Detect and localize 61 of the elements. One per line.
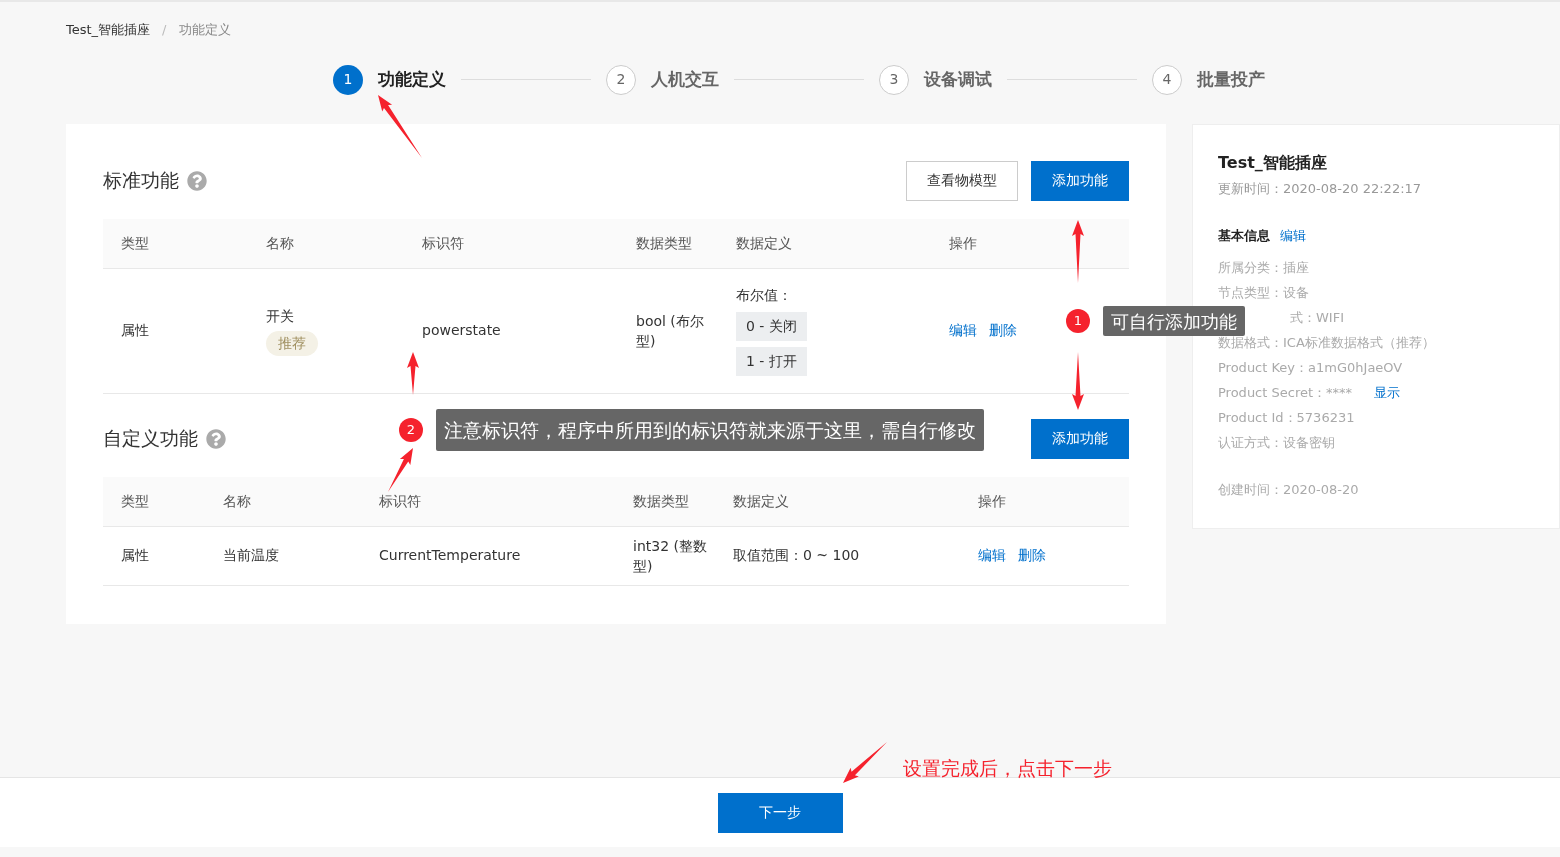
column-header: 操作 bbox=[949, 235, 977, 251]
updated-time: 更新时间：2020-08-20 22:22:17 bbox=[1218, 179, 1423, 198]
add-function-button[interactable]: 添加功能 bbox=[1031, 418, 1129, 459]
view-model-button[interactable]: 查看物模型 bbox=[906, 160, 1018, 201]
column-header: 操作 bbox=[978, 493, 1006, 509]
callout: 注意标识符，程序中所用到的标识符就来源于这里，需自行修改 bbox=[436, 409, 984, 451]
breadcrumb-link[interactable]: 功能定义 bbox=[178, 20, 231, 40]
show-link[interactable]: 显示 bbox=[1374, 383, 1401, 403]
column-header: 类型 bbox=[121, 235, 149, 251]
info-text: Product Id：5736231 bbox=[1218, 409, 1355, 428]
table-cell-text: 取值范围：0 ~ 100 bbox=[733, 546, 860, 565]
table-cell: 属性 bbox=[121, 322, 149, 338]
info-text: 认证方式：设备密钥 bbox=[1218, 434, 1335, 453]
column-header: 名称 bbox=[223, 493, 251, 509]
column-header: 数据定义 bbox=[736, 235, 792, 251]
next-button[interactable]: 下一步 bbox=[717, 792, 843, 833]
breadcrumb-separator: / bbox=[161, 21, 168, 39]
step[interactable]: 2 人机交互 bbox=[606, 64, 719, 95]
table-cell-text: int32 (整数型) bbox=[633, 536, 707, 576]
info-heading: 基本信息 bbox=[1218, 227, 1270, 245]
column-header: 类型 bbox=[121, 493, 149, 509]
help-icon[interactable] bbox=[187, 170, 207, 191]
product-title: Test_智能插座 bbox=[1218, 151, 1328, 174]
info-text: 节点类型：设备 bbox=[1218, 284, 1309, 303]
callout: 可自行添加功能 bbox=[1103, 306, 1245, 336]
add-function-button[interactable]: 添加功能 bbox=[1031, 160, 1129, 201]
annotation-text: 设置完成后，点击下一步 bbox=[903, 756, 1112, 781]
column-header: 标识符 bbox=[379, 493, 421, 509]
recommended-tag: 推荐 bbox=[266, 330, 318, 356]
info-text: Product Secret：**** bbox=[1218, 384, 1353, 403]
action-link[interactable]: 删除 bbox=[989, 320, 1017, 341]
section-title: 自定义功能 bbox=[103, 426, 198, 452]
column-header: 数据类型 bbox=[636, 235, 692, 251]
table-cell: powerstate bbox=[422, 322, 501, 338]
info-text: 式：WIFI bbox=[1290, 309, 1344, 328]
table-cell-text: bool (布尔型) bbox=[636, 311, 705, 351]
step[interactable]: 4 批量投产 bbox=[1152, 64, 1265, 95]
table-cell: CurrentTemperature bbox=[379, 547, 521, 563]
table-cell: 属性 bbox=[121, 547, 149, 563]
info-text: 所属分类：插座 bbox=[1218, 259, 1309, 278]
table-cell-text: 开关 bbox=[266, 306, 294, 326]
value-chip: 1 - 打开 bbox=[736, 347, 807, 376]
info-text: Product Key：a1mG0hJaeOV bbox=[1218, 359, 1403, 378]
value-chip: 0 - 关闭 bbox=[736, 312, 807, 341]
action-link[interactable]: 编辑 bbox=[949, 320, 977, 341]
column-header: 标识符 bbox=[422, 235, 464, 251]
action-link[interactable]: 编辑 bbox=[978, 545, 1006, 566]
edit-link[interactable]: 编辑 bbox=[1280, 226, 1306, 246]
breadcrumb-link[interactable]: Test_智能插座 bbox=[66, 20, 151, 40]
table-cell-text: 当前温度 bbox=[223, 546, 279, 565]
info-text: 数据格式：ICA标准数据格式（推荐） bbox=[1218, 334, 1435, 353]
column-header: 数据定义 bbox=[733, 493, 789, 509]
step[interactable]: 3 设备调试 bbox=[879, 64, 992, 95]
action-link[interactable]: 删除 bbox=[1018, 545, 1046, 566]
section-title: 标准功能 bbox=[103, 168, 179, 194]
column-header: 数据类型 bbox=[633, 493, 689, 509]
help-icon[interactable] bbox=[206, 428, 226, 449]
step[interactable]: 1 功能定义 bbox=[333, 64, 446, 95]
created-time: 创建时间：2020-08-20 bbox=[1218, 480, 1360, 499]
table-cell-text: 布尔值： bbox=[736, 286, 792, 305]
column-header: 名称 bbox=[266, 235, 294, 251]
